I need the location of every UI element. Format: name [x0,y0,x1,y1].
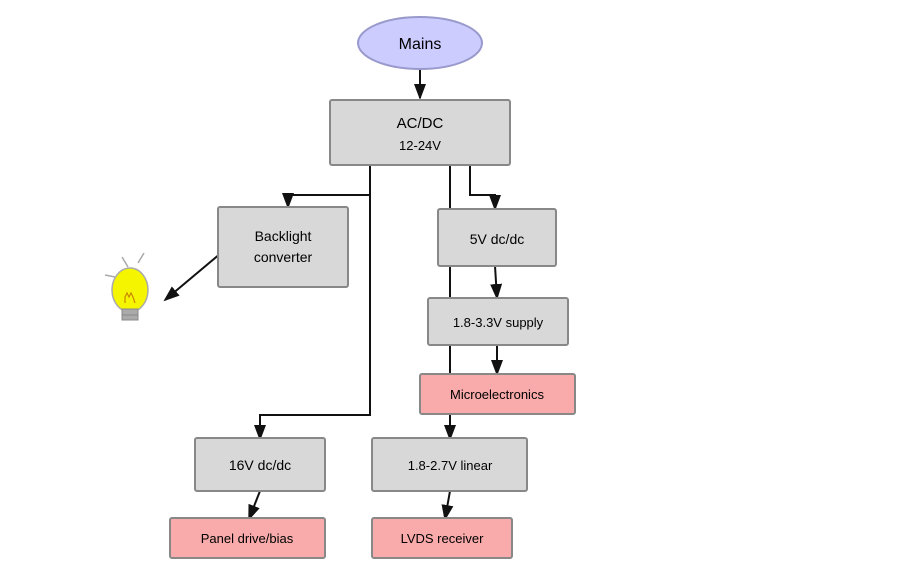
acdc-label-1: AC/DC [397,115,444,132]
acdc-label-2: 12-24V [399,138,441,153]
diagram-svg: Mains AC/DC 12-24V Backlight converter 5… [0,0,900,580]
dcdc16v-label: 16V dc/dc [229,457,291,473]
panel-label: Panel drive/bias [201,531,294,546]
diagram-container: Mains AC/DC 12-24V Backlight converter 5… [0,0,900,580]
backlight-label-1: Backlight [255,228,312,244]
backlight-label-2: converter [254,249,313,265]
lvds-label: LVDS receiver [401,531,485,546]
supply-label: 1.8-3.3V supply [453,315,544,330]
mains-label: Mains [399,36,442,53]
dcdc5v-label: 5V dc/dc [470,231,524,247]
microelectronics-label: Microelectronics [450,387,544,402]
linear-label: 1.8-2.7V linear [408,458,493,473]
